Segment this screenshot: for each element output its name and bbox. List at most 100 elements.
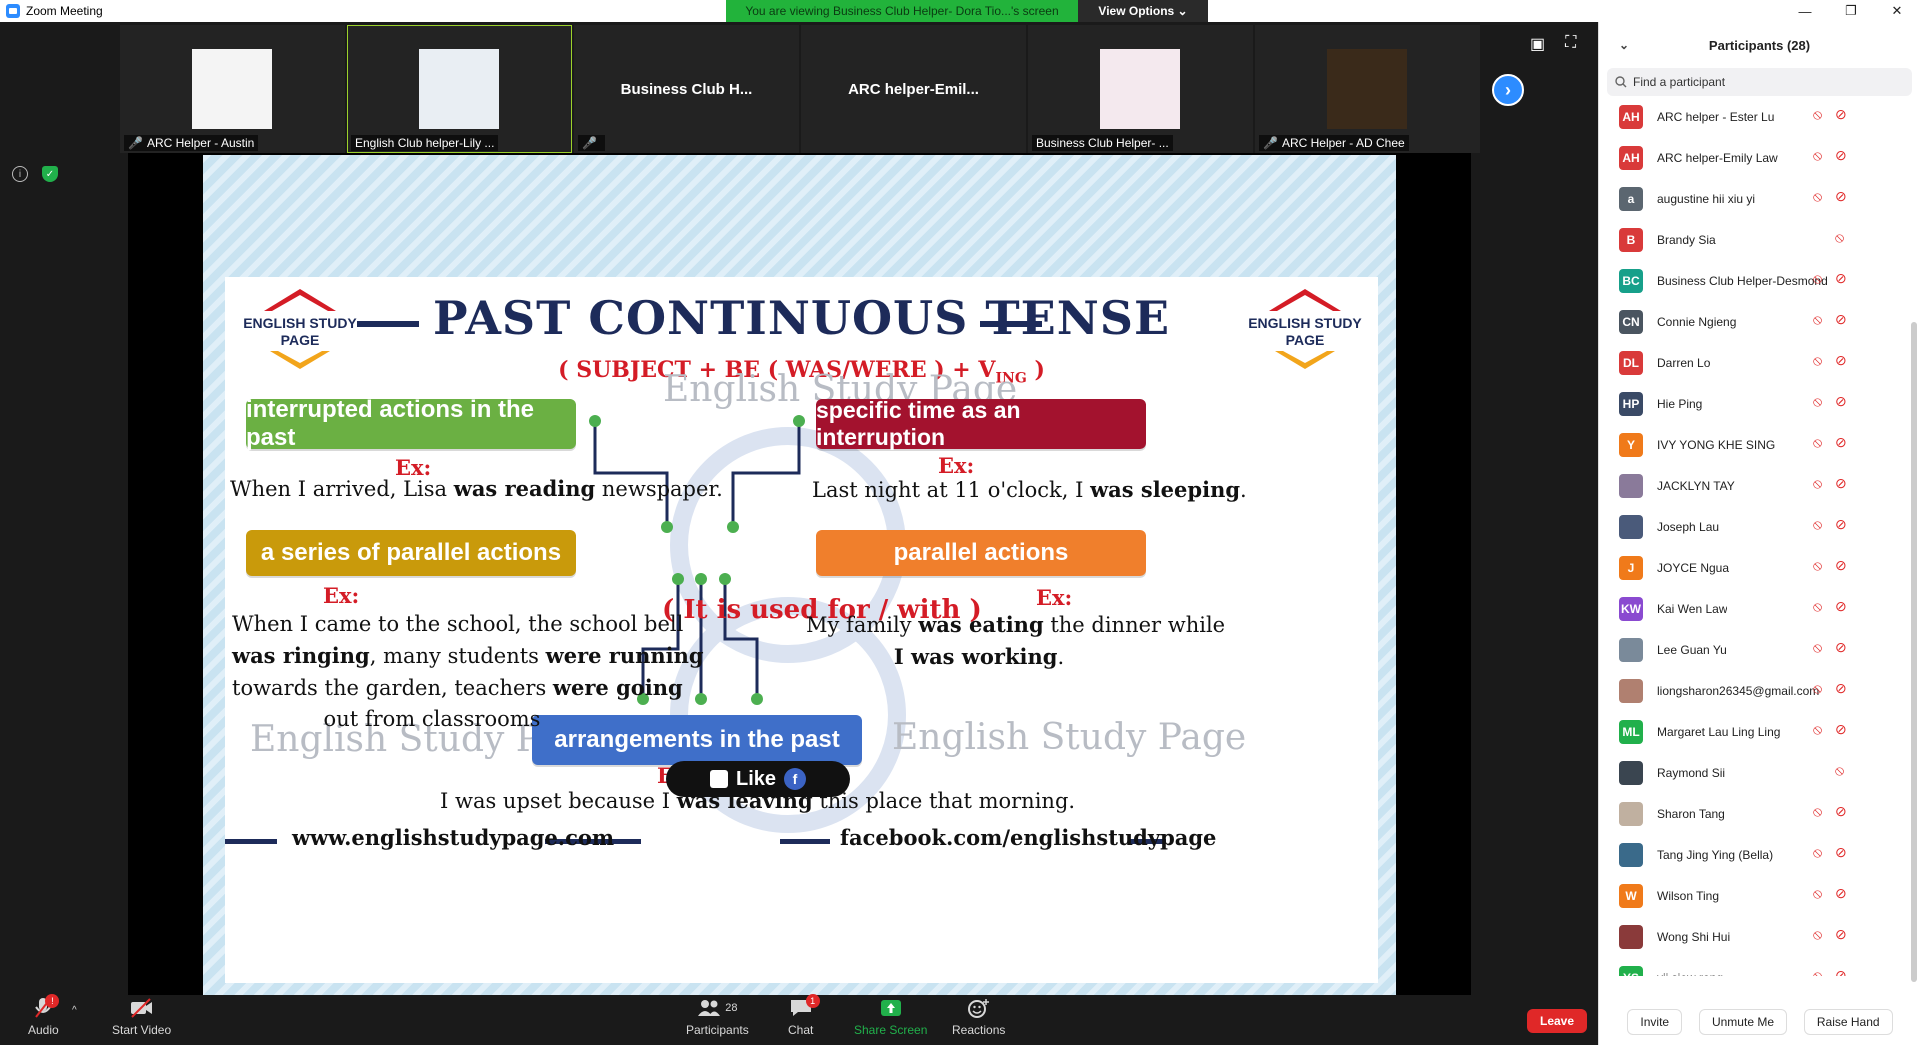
participant-row[interactable]: ML Margaret Lau Ling Ling ⦸ ⊘ bbox=[1599, 711, 1905, 752]
raise-hand-button[interactable]: Raise Hand bbox=[1803, 1009, 1893, 1035]
avatar: J bbox=[1619, 555, 1643, 580]
invite-button[interactable]: Invite bbox=[1627, 1009, 1683, 1035]
reactions-button[interactable]: Reactions bbox=[952, 997, 1005, 1037]
participants-panel: ⌄ Participants (28) AH ARC helper - Ester… bbox=[1598, 22, 1920, 1045]
fullscreen-icon[interactable]: ⛶ bbox=[1565, 34, 1576, 54]
chat-unread-badge: 1 bbox=[805, 994, 820, 1008]
participant-row[interactable]: Raymond Sii ⦸ bbox=[1599, 752, 1905, 793]
close-icon[interactable]: ✕ bbox=[1874, 0, 1920, 22]
participant-name: Brandy Sia bbox=[1657, 232, 1716, 247]
participant-row[interactable]: Wong Shi Hui ⦸ ⊘ bbox=[1599, 916, 1905, 957]
participant-row[interactable]: DL Darren Lo ⦸ ⊘ bbox=[1599, 342, 1905, 383]
leave-button[interactable]: Leave bbox=[1527, 1009, 1587, 1033]
participant-list-scrollbar[interactable] bbox=[1911, 322, 1917, 982]
avatar: DL bbox=[1619, 350, 1643, 375]
box-specific-time: specific time as an interruption bbox=[816, 397, 1146, 450]
meeting-info-icons: i ✓ bbox=[12, 166, 58, 182]
box-parallel-actions: parallel actions bbox=[816, 530, 1146, 576]
participant-row[interactable]: W Wilson Ting ⦸ ⊘ bbox=[1599, 875, 1905, 916]
participant-name: ARC Helper - AD Chee bbox=[1281, 136, 1405, 150]
microphone-muted-icon: ⦸ bbox=[1835, 762, 1845, 778]
video-off-icon: ⊘ bbox=[1835, 844, 1847, 860]
start-video-button[interactable]: Start Video bbox=[112, 997, 171, 1037]
chat-button[interactable]: 1 Chat bbox=[788, 994, 820, 1037]
zoom-app-icon bbox=[6, 4, 20, 18]
participant-name: JOYCE Ngua bbox=[1657, 560, 1730, 575]
example-series: When I came to the school, the school be… bbox=[232, 612, 704, 731]
unmute-me-button[interactable]: Unmute Me bbox=[1698, 1009, 1787, 1035]
avatar bbox=[1619, 801, 1643, 826]
microphone-muted-icon: 🎤 bbox=[582, 136, 597, 150]
participant-row[interactable]: BC Business Club Helper-Desmond ⦸ ⊘ bbox=[1599, 260, 1905, 301]
audio-options-chevron-icon[interactable]: ^ bbox=[72, 1005, 77, 1016]
chat-label: Chat bbox=[788, 1023, 814, 1037]
thumbs-up-icon bbox=[709, 770, 728, 788]
encryption-shield-icon[interactable]: ✓ bbox=[42, 166, 58, 182]
video-tile[interactable]: Business Club Helper- ... bbox=[1028, 25, 1253, 153]
participant-row[interactable]: YS yii siew rong ⦸ ⊘ bbox=[1599, 957, 1905, 976]
collapse-chevron-icon[interactable]: ⌄ bbox=[1619, 38, 1629, 52]
participant-name: JACKLYN TAY bbox=[1657, 478, 1735, 493]
panel-footer: Invite Unmute Me Raise Hand bbox=[1599, 999, 1920, 1045]
reactions-label: Reactions bbox=[952, 1023, 1006, 1037]
video-off-icon: ⊘ bbox=[1835, 270, 1847, 286]
video-tile[interactable]: English Club helper-Lily ... bbox=[347, 25, 572, 153]
maximize-icon[interactable]: ❐ bbox=[1828, 0, 1874, 22]
participant-name: Tang Jing Ying (Bella) bbox=[1657, 847, 1774, 862]
participant-name: Business Club Helper-Desmond bbox=[1657, 273, 1828, 288]
meeting-toolbar: ! Audio ^ Start Video 28 Participants 1 … bbox=[0, 994, 1598, 1045]
info-icon[interactable]: i bbox=[12, 166, 28, 182]
microphone-muted-icon: ⦸ bbox=[1813, 639, 1823, 655]
search-input[interactable] bbox=[1633, 75, 1893, 89]
participant-row[interactable]: HP Hie Ping ⦸ ⊘ bbox=[1599, 383, 1905, 424]
participant-row[interactable]: J JOYCE Ngua ⦸ ⊘ bbox=[1599, 547, 1905, 588]
video-tile[interactable]: 🎤 ARC Helper - AD Chee bbox=[1255, 25, 1480, 153]
video-off-icon: ⊘ bbox=[1835, 475, 1847, 491]
participant-search bbox=[1607, 68, 1912, 96]
like-label: Like bbox=[735, 767, 777, 790]
layout-icon[interactable]: ▣ bbox=[1530, 34, 1545, 54]
participants-label: Participants bbox=[686, 1023, 749, 1037]
participant-name: Business Club Helper- ... bbox=[1036, 136, 1169, 150]
video-tile[interactable]: 🎤 ARC Helper - Austin bbox=[120, 25, 345, 153]
search-icon bbox=[1615, 76, 1627, 88]
participant-row[interactable]: AH ARC helper-Emily Law ⦸ ⊘ bbox=[1599, 137, 1905, 178]
minimize-icon[interactable]: — bbox=[1782, 0, 1828, 22]
tile-name-label: Business Club Helper- ... bbox=[1032, 135, 1173, 151]
avatar bbox=[1619, 637, 1643, 662]
participant-name: Kai Wen Law bbox=[1657, 601, 1728, 616]
facebook-like-badge: Like f bbox=[666, 761, 850, 797]
participant-row[interactable]: Tang Jing Ying (Bella) ⦸ ⊘ bbox=[1599, 834, 1905, 875]
video-tile[interactable]: Business Club H... 🎤 bbox=[574, 25, 799, 153]
microphone-muted-icon: ⦸ bbox=[1813, 516, 1823, 532]
microphone-muted-icon: 🎤 bbox=[128, 136, 143, 150]
participant-row[interactable]: liongsharon26345@gmail.com ⦸ ⊘ bbox=[1599, 670, 1905, 711]
participant-row[interactable]: CN Connie Ngieng ⦸ ⊘ bbox=[1599, 301, 1905, 342]
avatar: YS bbox=[1619, 965, 1643, 976]
participant-row[interactable]: Sharon Tang ⦸ ⊘ bbox=[1599, 793, 1905, 834]
box-interrupted-actions: interrupted actions in the past bbox=[246, 396, 576, 451]
participant-row[interactable]: Y IVY YONG KHE SING ⦸ ⊘ bbox=[1599, 424, 1905, 465]
microphone-muted-icon: ⦸ bbox=[1813, 557, 1823, 573]
view-options-button[interactable]: View Options ⌄ bbox=[1078, 0, 1208, 22]
example-specific-time: Last night at 11 o'clock, I was sleeping… bbox=[812, 477, 1247, 502]
microphone-muted-icon: ⦸ bbox=[1813, 147, 1823, 163]
participant-name: English Club helper-Lily ... bbox=[355, 136, 495, 150]
share-screen-icon bbox=[880, 1000, 901, 1016]
participant-row[interactable]: AH ARC helper - Ester Lu ⦸ ⊘ bbox=[1599, 96, 1905, 137]
footer-line-mid-right bbox=[780, 839, 830, 844]
participant-row[interactable]: B Brandy Sia ⦸ bbox=[1599, 219, 1905, 260]
share-screen-button[interactable]: Share Screen bbox=[854, 997, 927, 1037]
participant-name: Sharon Tang bbox=[1657, 806, 1725, 821]
avatar: CN bbox=[1619, 309, 1643, 334]
participants-button[interactable]: 28 Participants bbox=[686, 997, 749, 1037]
microphone-muted-icon: 🎤 bbox=[1263, 136, 1278, 150]
video-tile[interactable]: ARC helper-Emil... bbox=[801, 25, 1026, 153]
audio-button[interactable]: ! Audio bbox=[28, 994, 60, 1037]
participant-row[interactable]: Lee Guan Yu ⦸ ⊘ bbox=[1599, 629, 1905, 670]
participant-row[interactable]: a augustine hii xiu yi ⦸ ⊘ bbox=[1599, 178, 1905, 219]
participant-row[interactable]: JACKLYN TAY ⦸ ⊘ bbox=[1599, 465, 1905, 506]
participant-row[interactable]: KW Kai Wen Law ⦸ ⊘ bbox=[1599, 588, 1905, 629]
next-page-arrow-icon[interactable]: › bbox=[1492, 74, 1524, 106]
participant-row[interactable]: Joseph Lau ⦸ ⊘ bbox=[1599, 506, 1905, 547]
